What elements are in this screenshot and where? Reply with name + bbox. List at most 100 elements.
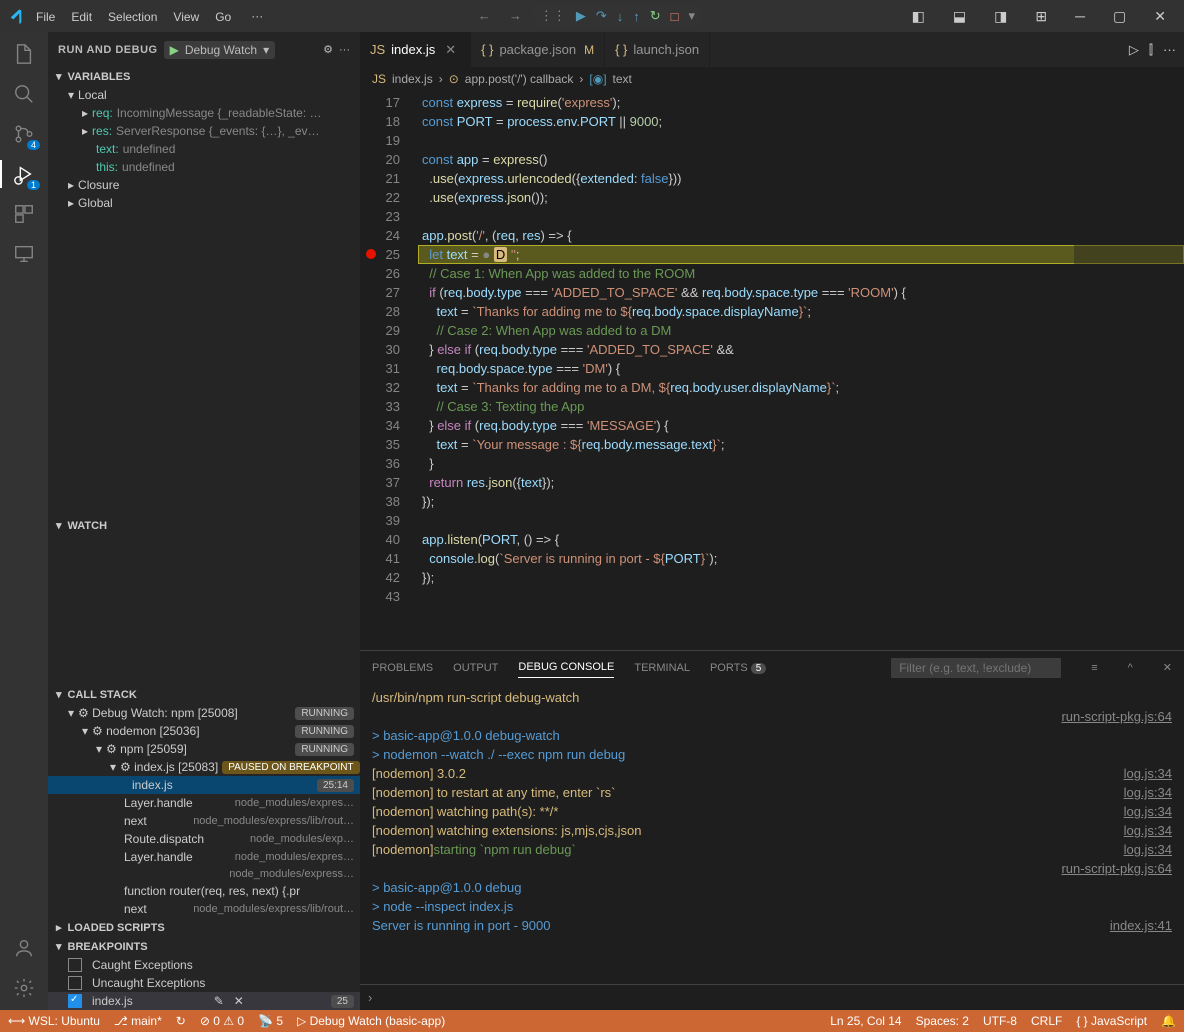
section-callstack[interactable]: ▾CALL STACK	[48, 685, 360, 704]
app-menu: FileEditSelectionViewGo	[28, 9, 239, 24]
callstack-frame[interactable]: nextnode_modules/express/lib/rout…	[48, 900, 360, 918]
scope-local[interactable]: ▾Local	[48, 86, 360, 104]
debug-status[interactable]: ▷ Debug Watch (basic-app)	[297, 1014, 445, 1028]
panel-close-icon[interactable]: ✕	[1163, 661, 1172, 674]
menu-file[interactable]: File	[28, 6, 63, 28]
section-breakpoints[interactable]: ▾BREAKPOINTS	[48, 937, 360, 956]
step-over-button[interactable]: ↷	[596, 8, 607, 24]
panel-tab-debug-console[interactable]: DEBUG CONSOLE	[518, 657, 614, 678]
scope-closure[interactable]: ▸Closure	[48, 176, 360, 194]
indentation[interactable]: Spaces: 2	[916, 1014, 969, 1028]
step-out-button[interactable]: ↑	[633, 9, 640, 24]
more-icon[interactable]: ···	[339, 44, 350, 56]
minimap[interactable]	[1074, 91, 1184, 650]
bp-file[interactable]: index.js ✎ ✕ 25	[48, 992, 360, 1010]
explorer-icon[interactable]	[10, 40, 38, 68]
callstack-frame[interactable]: Layer.handlenode_modules/expres…	[48, 848, 360, 866]
close-tab-icon[interactable]: ✕	[441, 42, 460, 58]
variable-row[interactable]: this: undefined	[48, 158, 360, 176]
menu-more[interactable]: ···	[243, 5, 271, 27]
layout-left-icon[interactable]: ◧	[902, 4, 935, 29]
menu-edit[interactable]: Edit	[63, 6, 100, 28]
debug-config-selector[interactable]: ▶ Debug Watch ▾	[164, 41, 276, 59]
breadcrumb[interactable]: JS index.js› ⊙app.post('/') callback› [◉…	[360, 67, 1184, 91]
section-watch[interactable]: ▾WATCH	[48, 516, 360, 535]
console-filter-input[interactable]	[891, 658, 1061, 678]
panel-tab-problems[interactable]: PROBLEMS	[372, 658, 433, 678]
bp-caught[interactable]: Caught Exceptions	[48, 956, 360, 974]
variable-row[interactable]: ▸ res: ServerResponse {_events: {…}, _ev…	[48, 122, 360, 140]
debug-dropdown[interactable]: ▾	[689, 8, 696, 24]
scope-global[interactable]: ▸Global	[48, 194, 360, 212]
stop-button[interactable]: □	[671, 9, 679, 24]
callstack-frame[interactable]: function router(req, res, next) {.pr	[48, 882, 360, 900]
code-editor[interactable]: const express = require('express');const…	[418, 91, 1184, 650]
split-icon[interactable]: ⫿	[1149, 42, 1153, 58]
debug-console-output[interactable]: /usr/bin/npm run-script debug-watchrun-s…	[360, 684, 1184, 984]
bottom-panel: PROBLEMS OUTPUT DEBUG CONSOLE TERMINAL PORTS…	[360, 650, 1184, 1010]
panel-tab-terminal[interactable]: TERMINAL	[634, 658, 690, 678]
problems-count[interactable]: ⊘ 0 ⚠ 0	[200, 1014, 244, 1028]
settings-icon[interactable]	[10, 974, 38, 1002]
callstack-frame[interactable]: index.js25:14	[48, 776, 360, 794]
ports-count[interactable]: 📡 5	[258, 1014, 283, 1028]
gear-icon[interactable]: ⚙	[323, 43, 333, 56]
eol[interactable]: CRLF	[1031, 1014, 1062, 1028]
menu-view[interactable]: View	[165, 6, 207, 28]
edit-icon[interactable]: ✎	[214, 994, 224, 1008]
remote-explorer-icon[interactable]	[10, 240, 38, 268]
panel-maximize-icon[interactable]: ^	[1128, 662, 1133, 674]
language-mode[interactable]: { } JavaScript	[1076, 1014, 1147, 1028]
section-loaded[interactable]: ▸LOADED SCRIPTS	[48, 918, 360, 937]
debug-console-input[interactable]: ›	[360, 984, 1184, 1010]
minimize-button[interactable]: ─	[1065, 4, 1095, 29]
callstack-frame[interactable]: Route.dispatchnode_modules/exp…	[48, 830, 360, 848]
bp-uncaught[interactable]: Uncaught Exceptions	[48, 974, 360, 992]
maximize-button[interactable]: ▢	[1103, 4, 1136, 29]
run-icon[interactable]: ▷	[1129, 42, 1139, 58]
nav-back-button[interactable]: ←	[472, 5, 497, 27]
remote-indicator[interactable]: ⟷ WSL: Ubuntu	[8, 1014, 100, 1028]
account-icon[interactable]	[10, 934, 38, 962]
layout-right-icon[interactable]: ◨	[984, 4, 1017, 29]
callstack-frame[interactable]: nextnode_modules/express/lib/rout…	[48, 812, 360, 830]
notifications-icon[interactable]: 🔔	[1161, 1014, 1176, 1028]
debug-icon[interactable]: 1	[10, 160, 38, 188]
layout-customize-icon[interactable]: ⊞	[1025, 4, 1057, 29]
source-control-icon[interactable]: 4	[10, 120, 38, 148]
callstack-frame[interactable]: Layer.handlenode_modules/expres…	[48, 794, 360, 812]
restart-button[interactable]: ↻	[650, 8, 661, 24]
git-branch[interactable]: ⎇ main*	[114, 1014, 162, 1028]
editor-tab[interactable]: { }launch.json	[605, 32, 710, 67]
menu-selection[interactable]: Selection	[100, 6, 165, 28]
callstack-process[interactable]: ▾ ⚙ index.js [25083]PAUSED ON BREAKPOINT	[48, 758, 360, 776]
extensions-icon[interactable]	[10, 200, 38, 228]
search-icon[interactable]	[10, 80, 38, 108]
continue-button[interactable]: ▶	[576, 8, 586, 24]
variable-row[interactable]: text: undefined	[48, 140, 360, 158]
more-icon[interactable]: ···	[1163, 42, 1176, 58]
encoding[interactable]: UTF-8	[983, 1014, 1017, 1028]
step-into-button[interactable]: ↓	[617, 9, 624, 24]
section-variables[interactable]: ▾VARIABLES	[48, 67, 360, 86]
remove-icon[interactable]: ✕	[234, 994, 244, 1008]
gutter[interactable]: 1718192021222324252627282930313233343536…	[360, 91, 418, 650]
sync-button[interactable]: ↻	[176, 1014, 186, 1028]
layout-bottom-icon[interactable]: ⬓	[943, 4, 976, 29]
panel-tab-output[interactable]: OUTPUT	[453, 658, 498, 678]
callstack-process[interactable]: ▾ ⚙ nodemon [25036]RUNNING	[48, 722, 360, 740]
cursor-position[interactable]: Ln 25, Col 14	[830, 1014, 901, 1028]
editor-tab[interactable]: JSindex.js✕	[360, 32, 471, 67]
close-window-button[interactable]: ✕	[1144, 4, 1176, 29]
menu-go[interactable]: Go	[207, 6, 239, 28]
callstack-process[interactable]: ▾ ⚙ Debug Watch: npm [25008]RUNNING	[48, 704, 360, 722]
callstack-frame[interactable]: node_modules/express…	[48, 866, 360, 882]
callstack-process[interactable]: ▾ ⚙ npm [25059]RUNNING	[48, 740, 360, 758]
panel-tab-ports[interactable]: PORTS 5	[710, 658, 766, 678]
panel-settings-icon[interactable]: ≡	[1091, 662, 1097, 674]
nav-forward-button[interactable]: →	[503, 5, 528, 27]
editor-tab[interactable]: { }package.jsonM	[471, 32, 605, 67]
drag-handle-icon[interactable]: ⋮⋮	[540, 8, 566, 24]
play-icon: ▶	[170, 43, 179, 57]
variable-row[interactable]: ▸ req: IncomingMessage {_readableState: …	[48, 104, 360, 122]
